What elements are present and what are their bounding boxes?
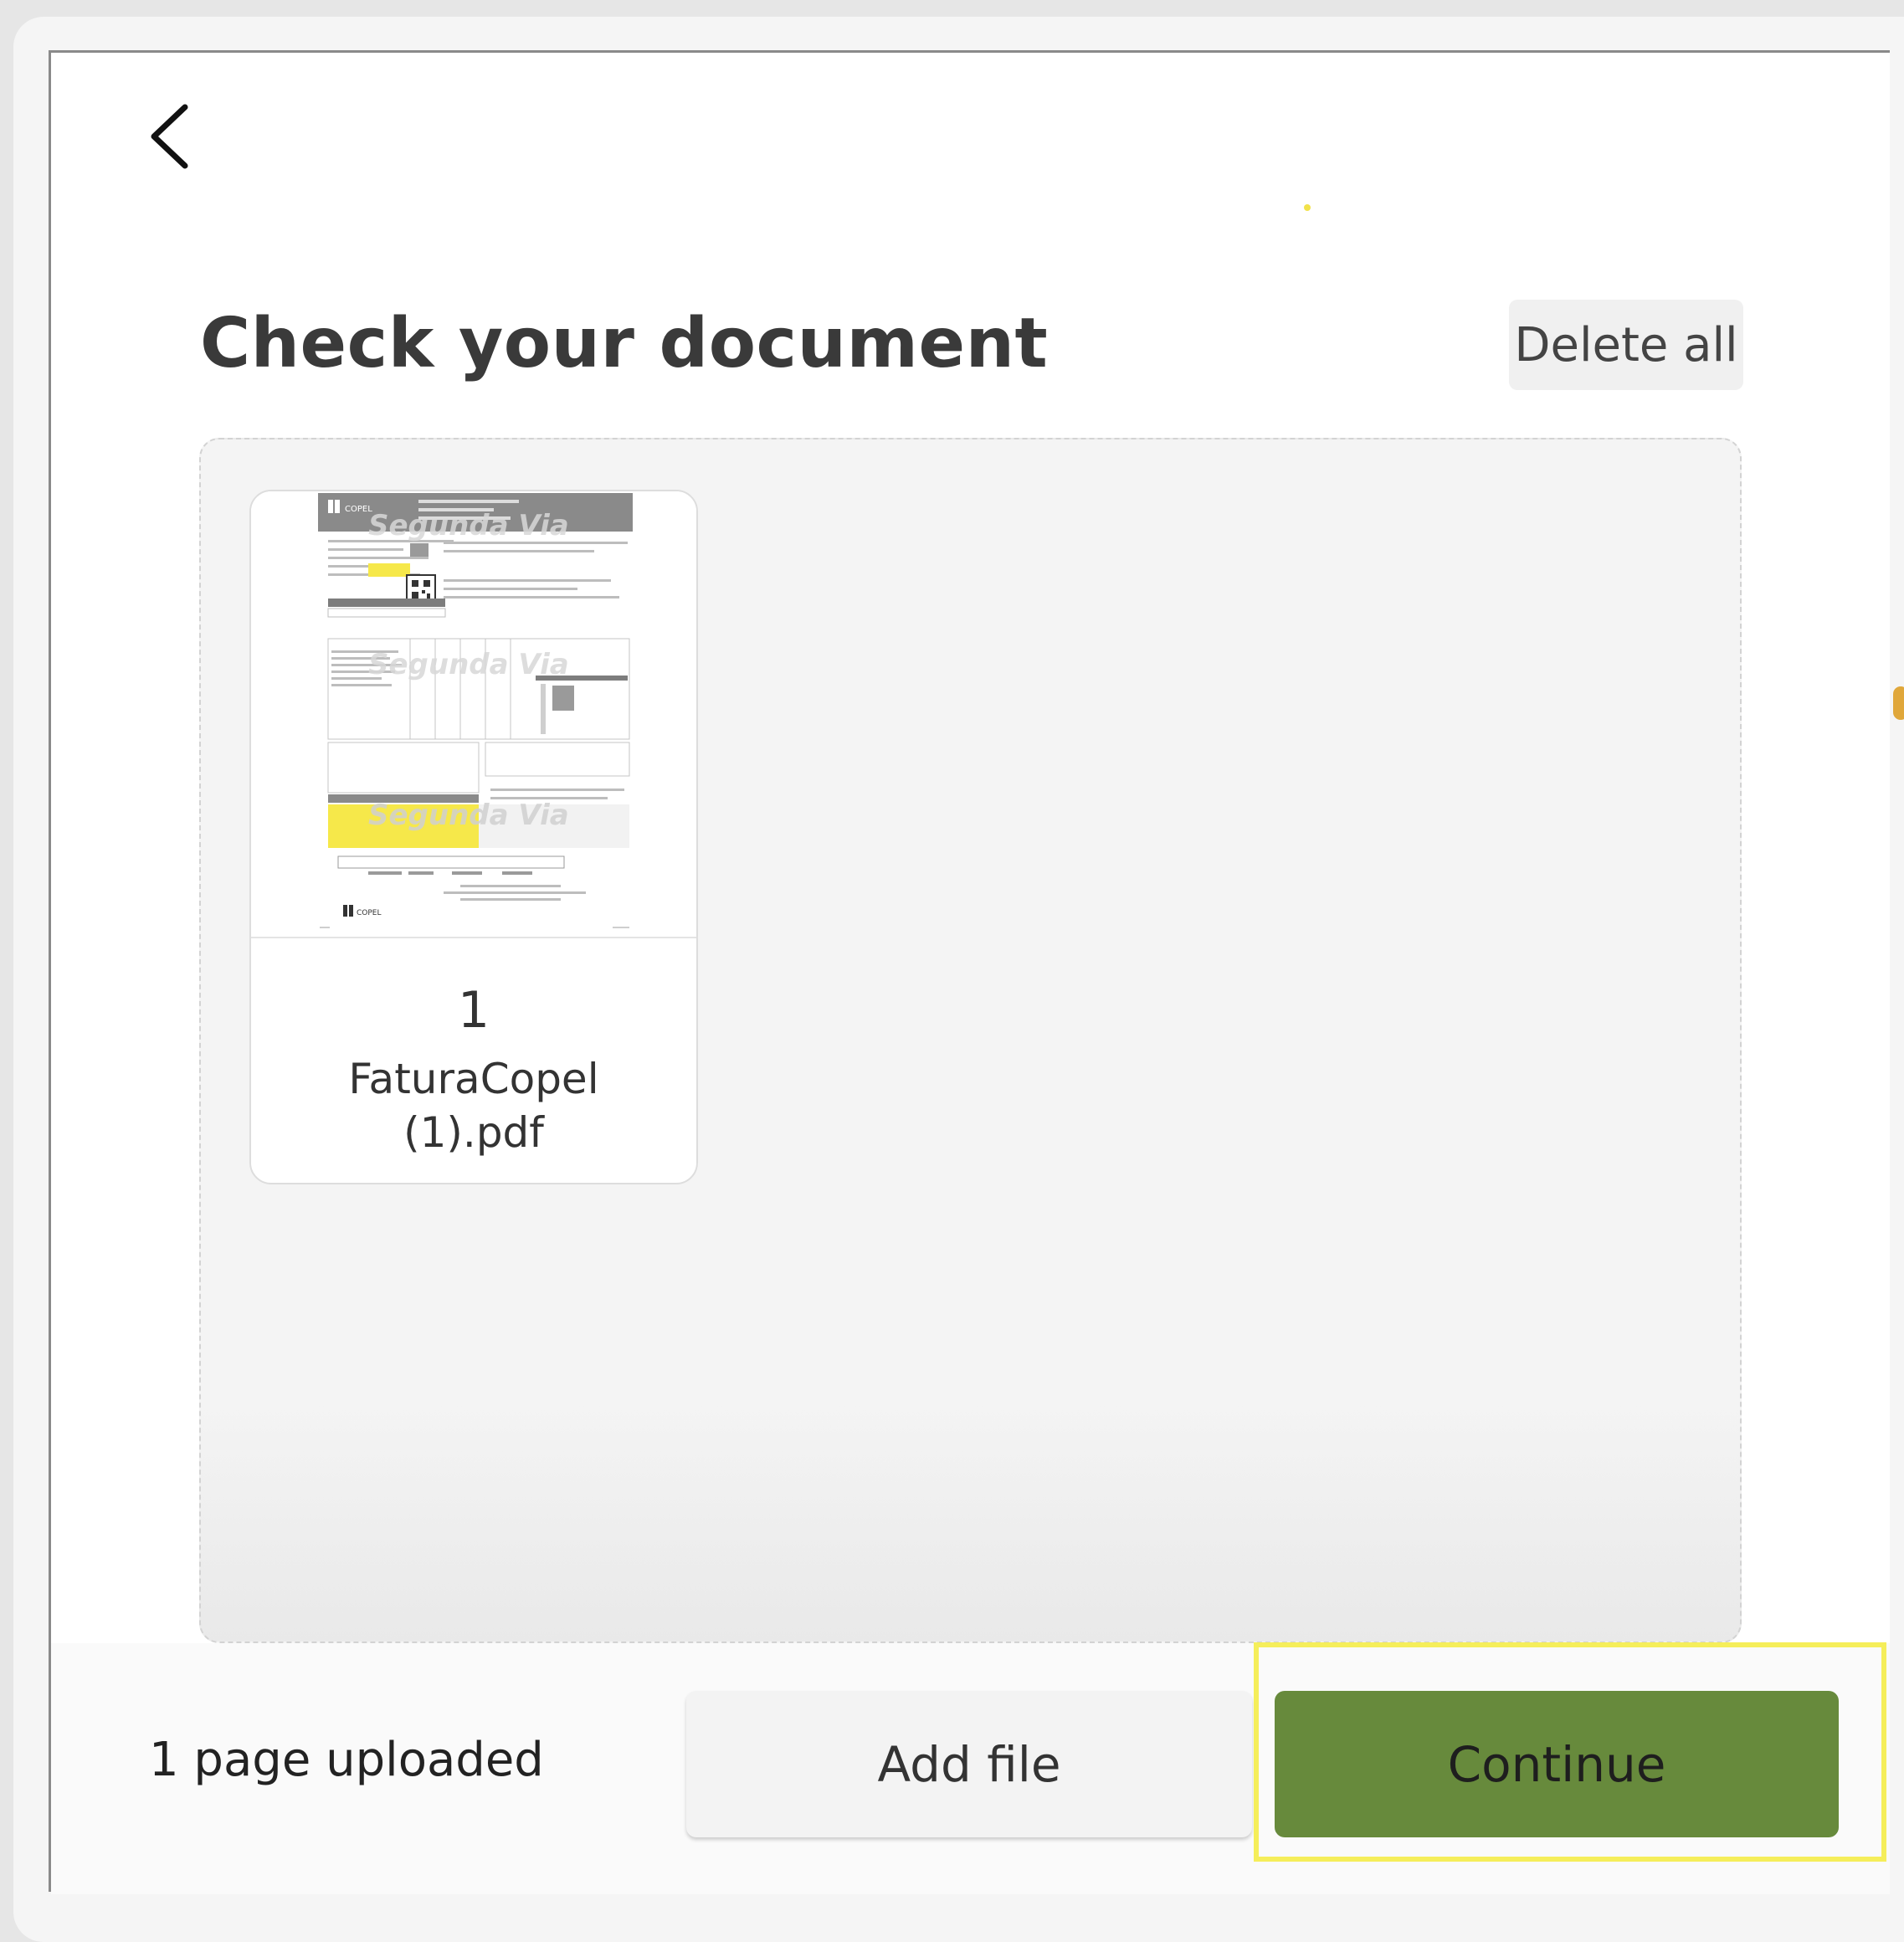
document-card[interactable]: COPEL Segunda Via Segunda Via Segunda Vi… <box>249 490 698 1184</box>
back-button[interactable] <box>126 86 210 187</box>
page-title: Check your document <box>200 304 1049 383</box>
decorative-dot <box>1893 686 1904 720</box>
delete-all-button[interactable]: Delete all <box>1509 300 1743 390</box>
file-name: FaturaCopel (1).pdf <box>348 1055 599 1157</box>
add-file-button[interactable]: Add file <box>686 1691 1252 1837</box>
decorative-dot <box>1304 204 1311 211</box>
thumbnail-watermark: Segunda Via <box>368 509 569 542</box>
document-thumbnail: COPEL Segunda Via Segunda Via Segunda Vi… <box>251 491 696 935</box>
card-divider <box>251 937 696 938</box>
chevron-left-icon <box>151 104 188 169</box>
page-number: 1 <box>457 981 490 1040</box>
thumbnail-watermark: Segunda Via <box>368 799 569 832</box>
continue-button[interactable]: Continue <box>1275 1691 1839 1837</box>
thumbnail-watermark: Segunda Via <box>368 648 569 681</box>
thumbnail-brand: COPEL <box>357 909 382 917</box>
invoice-preview: COPEL Segunda Via Segunda Via Segunda Vi… <box>318 493 633 928</box>
upload-status: 1 page uploaded <box>149 1733 544 1787</box>
document-drop-area: COPEL Segunda Via Segunda Via Segunda Vi… <box>199 438 1742 1643</box>
upload-dialog: Check your document Delete all COPEL Seg… <box>49 50 1890 1894</box>
